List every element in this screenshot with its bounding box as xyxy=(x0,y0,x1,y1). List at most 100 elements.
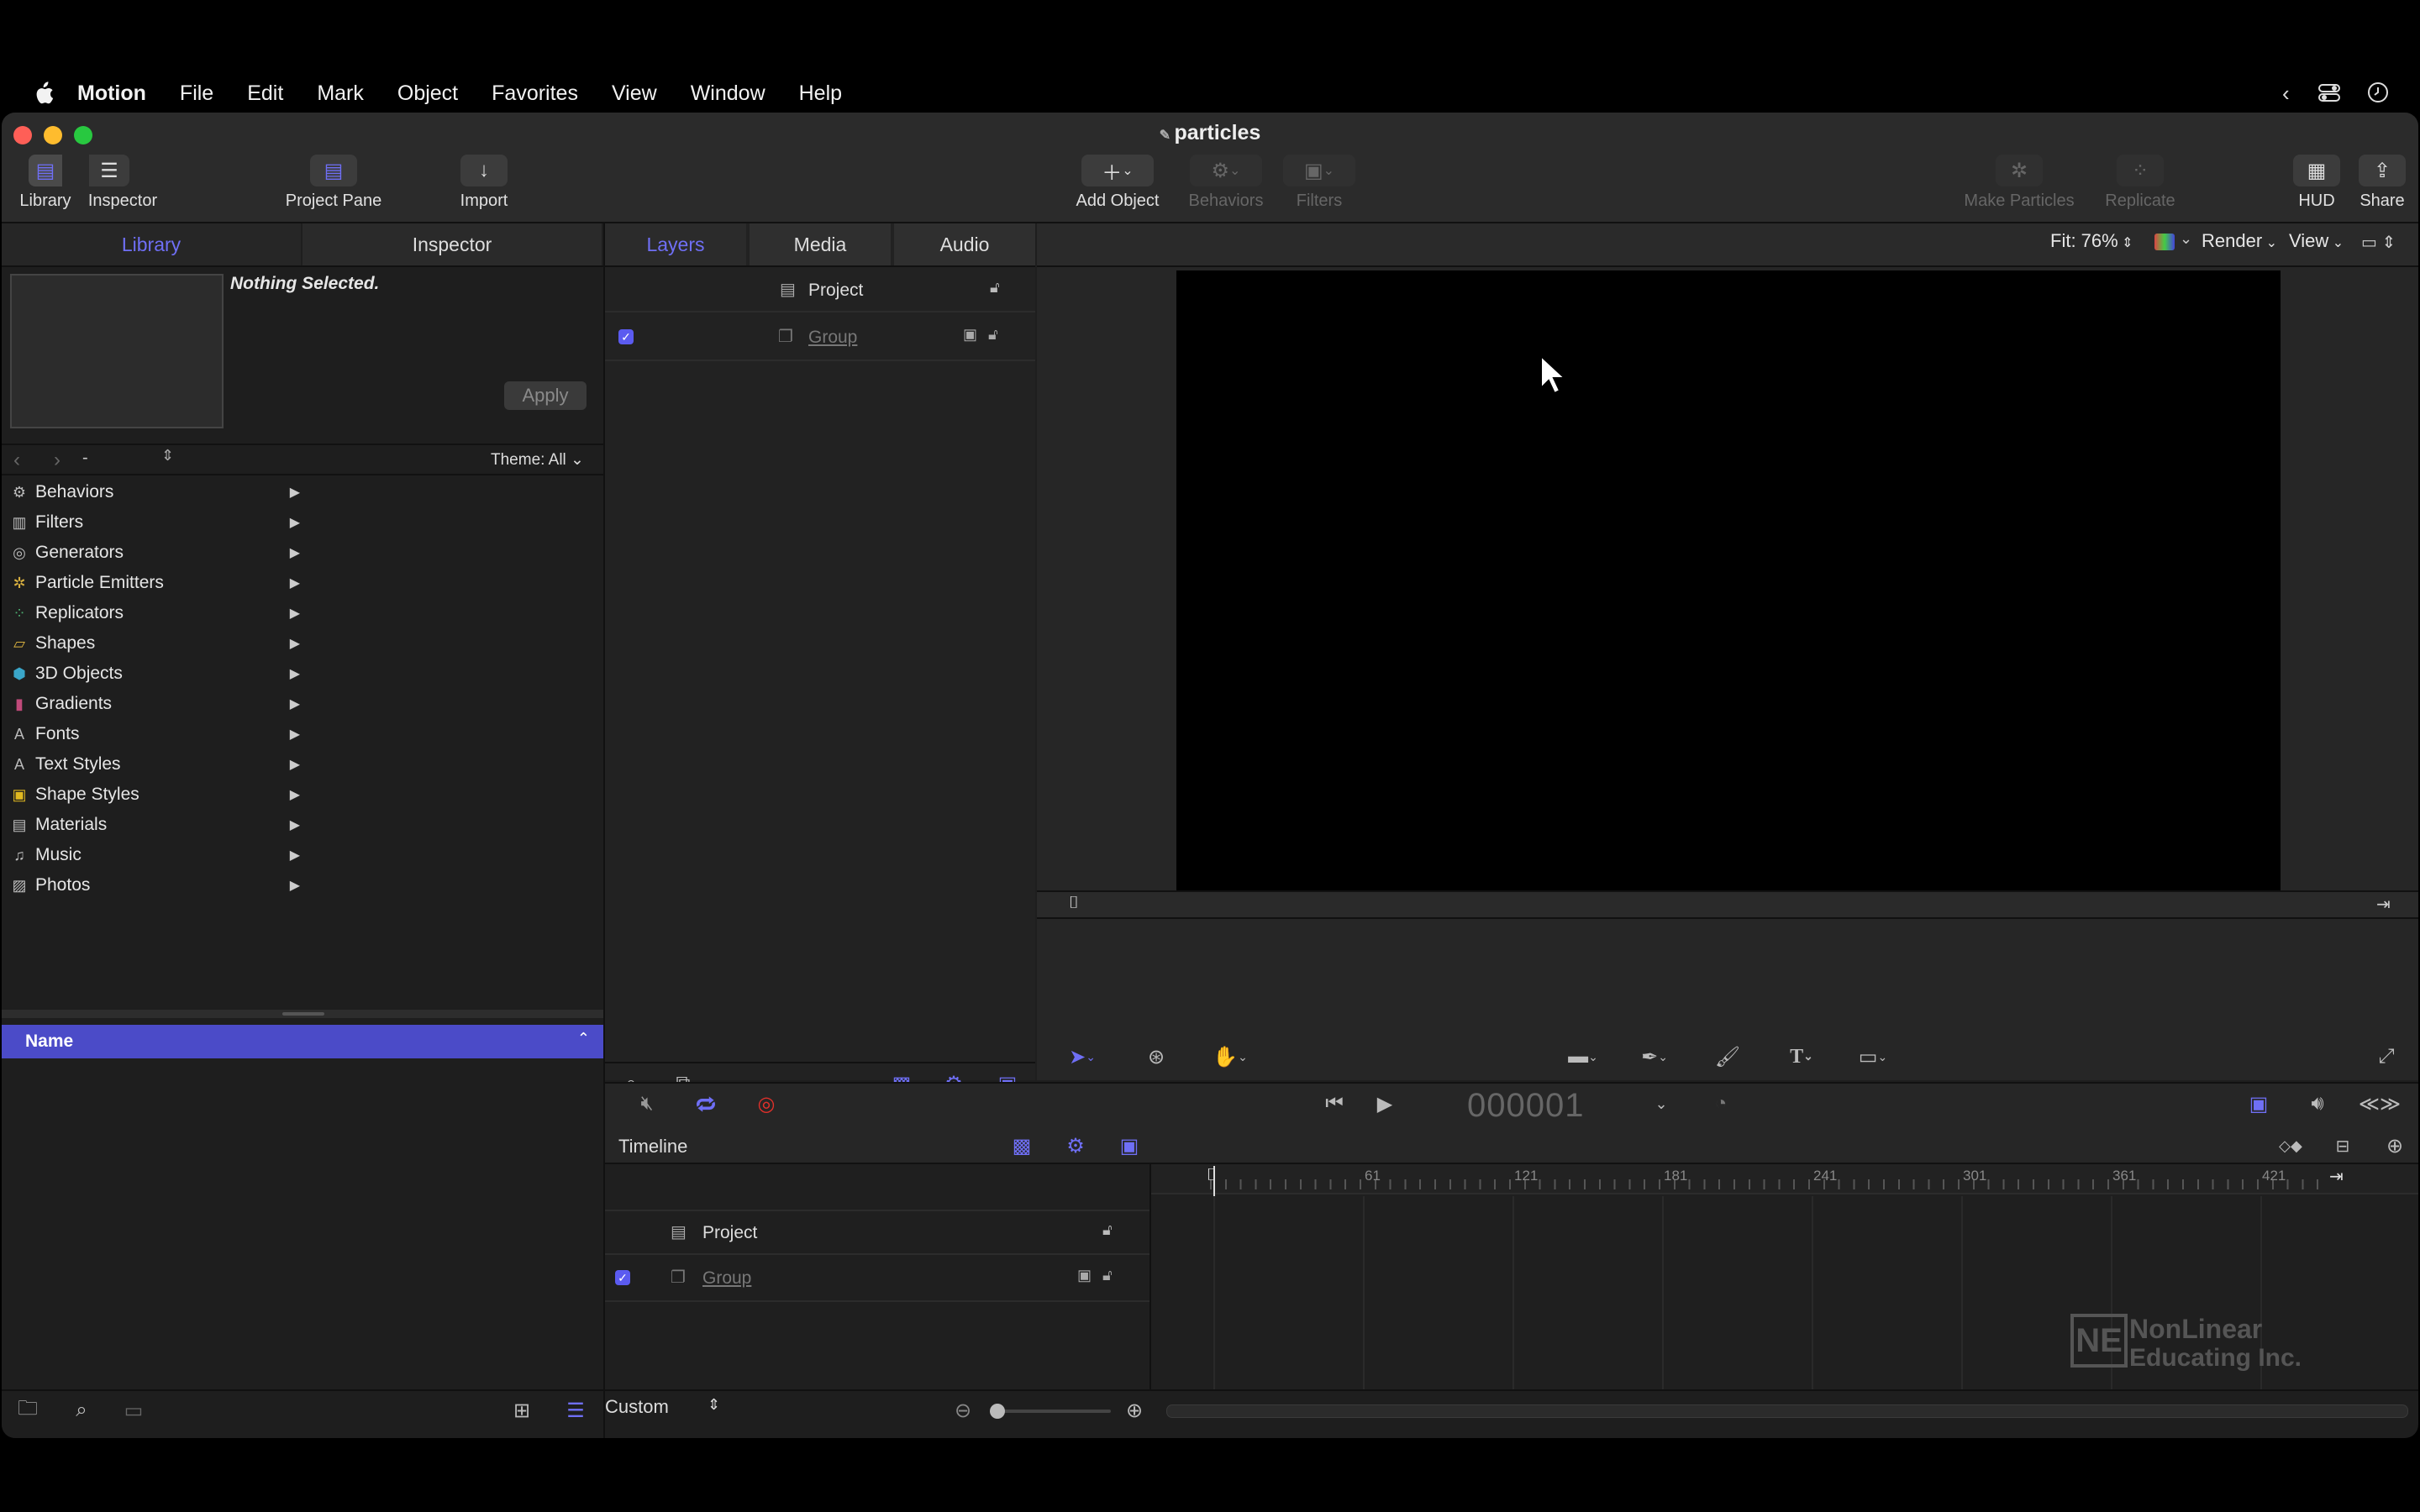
library-category-filters[interactable]: ▥ Filters ▶ xyxy=(10,507,300,538)
project-pane-button[interactable]: ▤ Project Pane xyxy=(279,155,388,211)
chevron-left-icon[interactable]: ‹ xyxy=(2282,81,2290,107)
speed-icon[interactable]: ◔ xyxy=(1704,1087,1738,1121)
tab-inspector[interactable]: Inspector xyxy=(302,223,602,265)
menu-window[interactable]: Window xyxy=(691,81,765,106)
out-point-marker-icon[interactable]: ⇥ xyxy=(2329,1166,2344,1187)
replicate-button[interactable]: ⁘ Replicate xyxy=(2094,155,2186,211)
fullscreen-icon[interactable]: ⤢ xyxy=(2371,1042,2402,1072)
preview-toggle-icon[interactable]: ▭ xyxy=(119,1396,148,1425)
filters-button[interactable]: ▣ ⌄ Filters xyxy=(1279,155,1360,211)
lock-icon[interactable]: 🔓︎ xyxy=(1102,1267,1113,1284)
color-channels-icon[interactable] xyxy=(2154,234,2175,250)
tab-media[interactable]: Media xyxy=(750,223,891,265)
view-popup[interactable]: View ⌄ xyxy=(2289,230,2344,252)
3d-transform-tool-icon[interactable]: ⊛ xyxy=(1141,1042,1171,1072)
list-view-icon[interactable]: ☰ xyxy=(561,1396,590,1425)
library-category-music[interactable]: ♫ Music ▶ xyxy=(10,840,300,870)
zoom-out-icon[interactable]: ⊖ xyxy=(951,1396,975,1425)
library-category-behaviors[interactable]: ⚙ Behaviors ▶ xyxy=(10,477,300,507)
chevron-down-icon[interactable]: ⌄ xyxy=(2180,230,2192,248)
import-button[interactable]: ↓ Import xyxy=(444,155,524,211)
group-enable-checkbox[interactable]: ✓ xyxy=(618,329,634,344)
menu-help[interactable]: Help xyxy=(799,81,842,106)
behaviors-button[interactable]: ⚙ ⌄ Behaviors xyxy=(1178,155,1274,211)
path-stepper-icon[interactable]: ⇕ xyxy=(161,447,174,465)
group-enable-checkbox[interactable]: ✓ xyxy=(615,1270,630,1285)
audio-mute-icon[interactable]: 🔇︎ xyxy=(630,1087,664,1121)
timeline-zoom-slider[interactable] xyxy=(990,1404,1111,1419)
playhead-handle-icon[interactable]: ⌷ xyxy=(1207,1166,1217,1185)
group-mode-icon[interactable]: ▣ xyxy=(1077,1267,1092,1284)
snap-icon[interactable]: ⊟ xyxy=(2326,1132,2360,1159)
canvas-viewport[interactable] xyxy=(1176,270,2281,890)
menu-edit[interactable]: Edit xyxy=(247,81,283,106)
back-arrow-icon[interactable]: ‹ xyxy=(13,449,20,472)
apply-button[interactable]: Apply xyxy=(504,381,587,410)
lock-icon[interactable]: 🔓︎ xyxy=(988,326,998,344)
timeline-row-project[interactable]: ▤ Project 🔓︎ xyxy=(605,1210,1150,1255)
video-timeline-toggle-icon[interactable]: ▣ xyxy=(2242,1087,2275,1121)
zoom-icon[interactable]: ⊕ xyxy=(2380,1132,2410,1159)
menu-mark[interactable]: Mark xyxy=(317,81,364,106)
menu-app-name[interactable]: Motion xyxy=(77,81,146,106)
library-category-shapes[interactable]: ▱ Shapes ▶ xyxy=(10,628,300,659)
timecode-display[interactable]: 000001 xyxy=(1467,1087,1584,1125)
search-icon[interactable]: ⌕ xyxy=(67,1396,96,1425)
library-category-3d-objects[interactable]: ⬢ 3D Objects ▶ xyxy=(10,659,300,689)
pan-tool-icon[interactable]: ✋ ⌄ xyxy=(1208,1042,1252,1072)
menu-file[interactable]: File xyxy=(180,81,213,106)
tab-audio[interactable]: Audio xyxy=(894,223,1035,265)
in-point-marker-icon[interactable]: ⌷ xyxy=(1069,894,1079,913)
control-center-icon[interactable] xyxy=(2317,82,2341,102)
timecode-dropdown-icon[interactable]: ⌄ xyxy=(1649,1087,1674,1121)
add-object-button[interactable]: ＋ ⌄ Add Object xyxy=(1065,155,1170,211)
mask-tool-icon[interactable]: ▭ ⌄ xyxy=(1849,1042,1897,1072)
hud-button[interactable]: ▦ HUD xyxy=(2289,155,2344,211)
audio-timeline-toggle-icon[interactable]: 🔊︎ xyxy=(2301,1087,2334,1121)
go-to-start-icon[interactable]: ⏮︎ xyxy=(1318,1087,1351,1121)
library-category-text-styles[interactable]: A Text Styles ▶ xyxy=(10,749,300,780)
lock-icon[interactable]: 🔓︎ xyxy=(1102,1221,1113,1239)
paint-stroke-tool-icon[interactable]: 🖌︎ xyxy=(1712,1042,1743,1072)
zoom-popup[interactable]: Fit: 76% ⇕ xyxy=(2050,230,2133,252)
play-icon[interactable]: ▶ xyxy=(1368,1087,1402,1121)
shape-tool-icon[interactable]: ▬ ⌄ xyxy=(1561,1042,1605,1072)
tab-library[interactable]: Library xyxy=(2,223,301,265)
make-particles-button[interactable]: ✲ Make Particles xyxy=(1956,155,2082,211)
library-category-photos[interactable]: ▨ Photos ▶ xyxy=(10,870,300,900)
layer-row-group[interactable]: ✓ ❐ Group ▣ 🔓︎ xyxy=(605,314,1035,361)
group-mode-icon[interactable]: ▣ xyxy=(963,326,977,344)
behaviors-toggle-icon[interactable]: ⚙ xyxy=(1062,1132,1089,1159)
layout-popup-icon[interactable]: ▭ ⇕ xyxy=(2361,232,2396,253)
folder-icon[interactable]: 🗀 xyxy=(13,1396,42,1425)
loop-icon[interactable]: 🔁︎ xyxy=(689,1087,723,1121)
filters-toggle-icon[interactable]: ▣ xyxy=(1116,1132,1143,1159)
path-popup[interactable]: - xyxy=(82,449,88,468)
grid-view-icon[interactable]: ⊞ xyxy=(508,1396,536,1425)
library-category-particle-emitters[interactable]: ✲ Particle Emitters ▶ xyxy=(10,568,300,598)
library-scrollbar[interactable] xyxy=(2,1010,603,1018)
library-category-replicators[interactable]: ⁘ Replicators ▶ xyxy=(10,598,300,628)
keyframe-editor-toggle-icon[interactable]: ≪≫ xyxy=(2354,1087,2405,1121)
clock-icon[interactable] xyxy=(2366,81,2390,104)
menu-object[interactable]: Object xyxy=(397,81,458,106)
menu-favorites[interactable]: Favorites xyxy=(492,81,578,106)
timeline-row-group[interactable]: ✓ ❐ Group ▣ 🔓︎ xyxy=(605,1255,1150,1302)
out-point-marker-icon[interactable]: ⇥ xyxy=(2376,894,2391,915)
name-column-header[interactable]: Name ⌃ xyxy=(2,1025,603,1058)
library-button[interactable]: ▤ Library xyxy=(18,155,72,211)
mask-icon[interactable]: ▩ xyxy=(1008,1132,1035,1159)
timeline-preset-popup[interactable]: Custom ⇕ xyxy=(605,1396,731,1426)
apple-icon[interactable] xyxy=(34,81,54,105)
library-category-generators[interactable]: ◎ Generators ▶ xyxy=(10,538,300,568)
mini-timeline[interactable]: ⌷ ⇥ xyxy=(1037,890,2418,919)
share-button[interactable]: ⇪ Share xyxy=(2354,155,2410,211)
menu-view[interactable]: View xyxy=(612,81,657,106)
theme-popup[interactable]: Theme: All ⌄ xyxy=(491,450,584,470)
library-category-fonts[interactable]: A Fonts ▶ xyxy=(10,719,300,749)
keyframe-icon[interactable]: ◇◆ xyxy=(2272,1132,2309,1159)
render-popup[interactable]: Render ⌄ xyxy=(2202,230,2277,252)
pen-tool-icon[interactable]: ✒ ⌄ xyxy=(1630,1042,1679,1072)
layer-row-project[interactable]: ▤ Project 🔓︎ xyxy=(605,269,1035,312)
tab-layers[interactable]: Layers xyxy=(605,223,746,265)
